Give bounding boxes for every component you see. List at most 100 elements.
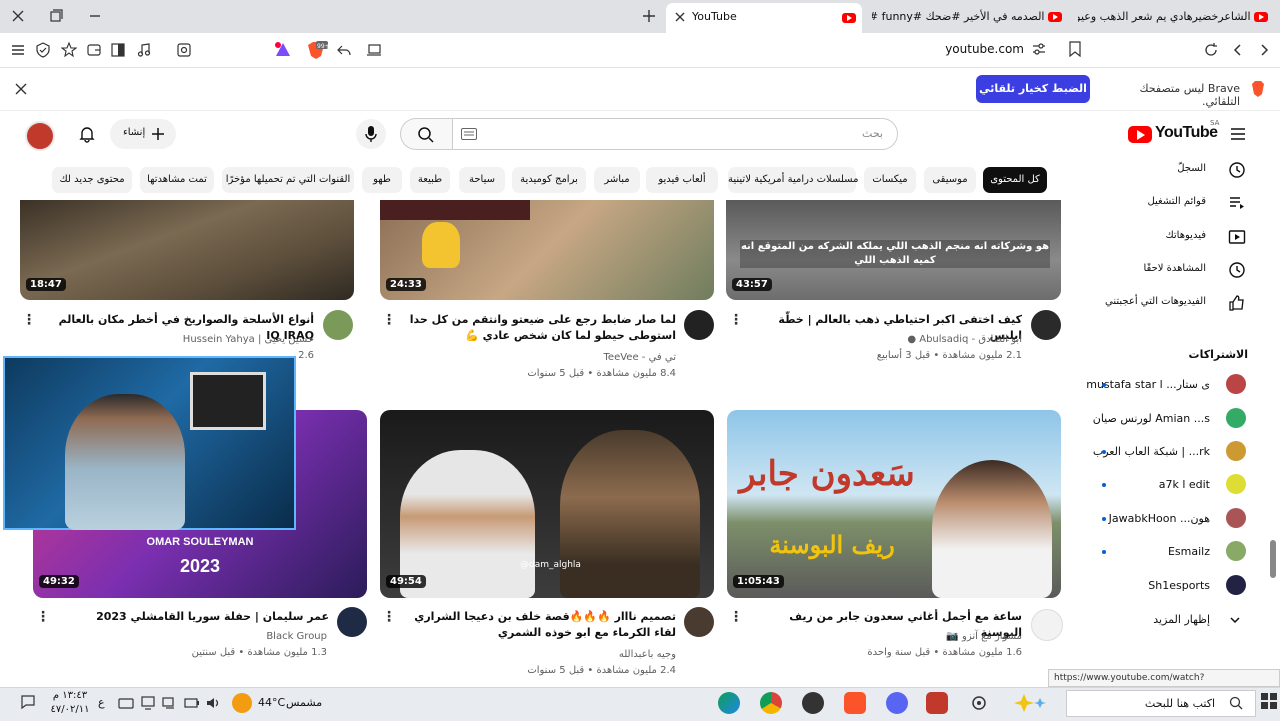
network-icon[interactable] [162, 696, 178, 710]
chip-12[interactable]: محتوى جديد لك [52, 167, 132, 193]
channel-avatar[interactable] [1031, 310, 1061, 340]
battery-icon[interactable] [184, 696, 200, 710]
clock[interactable]: ١٣:٤٣ م ٤٧/٠٢/١١ [48, 689, 92, 717]
speaker-icon[interactable] [206, 696, 222, 710]
obs-icon[interactable] [802, 692, 824, 714]
media-app-icon[interactable] [926, 692, 948, 714]
subscription-item[interactable]: شبكة العاب العرب | ...rk [1090, 437, 1270, 467]
video-menu-icon[interactable]: ⋮ [382, 609, 396, 625]
video-title[interactable]: تصميم نااار 🔥🔥🔥قصة خلف بن دعيجا الشراري … [404, 609, 676, 641]
create-button[interactable]: إنشاء [110, 119, 176, 149]
chip-9[interactable]: طهو [362, 167, 402, 193]
display-icon[interactable] [140, 696, 156, 710]
close-tab-icon[interactable] [674, 11, 686, 23]
account-avatar[interactable] [25, 121, 55, 151]
video-menu-icon[interactable]: ⋮ [382, 312, 396, 328]
video-channel[interactable]: مشوار مع آنزو 📷 [750, 631, 1022, 642]
channel-avatar[interactable] [323, 310, 353, 340]
reload-icon[interactable] [1203, 42, 1219, 58]
back-icon[interactable] [1230, 42, 1246, 58]
brave-shields-icon[interactable]: 99+ [306, 40, 328, 60]
brave-browser-icon[interactable] [844, 692, 866, 714]
keyboard-icon[interactable] [461, 128, 477, 140]
subscription-item[interactable]: Esmailz [1090, 537, 1270, 567]
video-menu-icon[interactable]: ⋮ [729, 609, 743, 625]
sidebar-item-1[interactable]: قوائم التشغيل [1090, 189, 1270, 219]
video-channel[interactable]: حسين يحيى | Hussein Yahya [44, 334, 314, 345]
cast-icon[interactable] [366, 42, 382, 58]
windows-start-icon[interactable] [1260, 692, 1278, 710]
tab-youtube[interactable]: YouTube [666, 3, 862, 33]
chrome-icon[interactable] [760, 692, 782, 714]
notification-center-icon[interactable] [20, 694, 36, 710]
search-input[interactable]: بحث [452, 118, 898, 150]
wallet-icon[interactable] [86, 42, 102, 58]
video-thumbnail[interactable]: 18:47 [20, 200, 354, 300]
video-title[interactable]: عمر سليمان | حفلة سوريا القامشلي 2023 [57, 609, 329, 625]
sidebar-toggle-icon[interactable] [110, 42, 126, 58]
chip-4[interactable]: ألعاب فيديو [646, 167, 718, 193]
chip-11[interactable]: تمت مشاهدتها [140, 167, 214, 193]
input-language[interactable]: ع [98, 696, 105, 709]
video-thumbnail[interactable]: سَعدون جابر ريف البوسنة 1:05:43 [727, 410, 1061, 598]
edge-icon[interactable] [718, 692, 740, 714]
video-thumbnail[interactable]: هو وشركاته انه منجم الذهب اللي يملكه الش… [726, 200, 1061, 300]
address-bar[interactable]: youtube.com [390, 38, 1090, 62]
video-menu-icon[interactable]: ⋮ [729, 312, 743, 328]
video-menu-icon[interactable]: ⋮ [22, 312, 36, 328]
subscription-item[interactable]: mustafa star l ...ى ستار [1086, 370, 1270, 400]
subscription-item[interactable]: a7k l edit [1090, 470, 1270, 500]
minimize-window-icon[interactable] [87, 8, 103, 24]
sidebar-item-2[interactable]: فيديوهاتك [1090, 223, 1270, 253]
chip-10[interactable]: القنوات التي تم تحميلها مؤخرًا [222, 167, 354, 193]
channel-avatar[interactable] [684, 310, 714, 340]
subscription-item[interactable]: JawabkHoon ...هون [1090, 504, 1270, 534]
screenshot-icon[interactable] [176, 42, 192, 58]
chip-5[interactable]: مباشر [594, 167, 640, 193]
maximize-window-icon[interactable] [48, 8, 64, 24]
chip-7[interactable]: سياحة [459, 167, 505, 193]
channel-avatar[interactable] [684, 607, 714, 637]
video-channel[interactable]: Black Group [57, 631, 327, 642]
task-view-icon[interactable] [968, 692, 990, 714]
notifications-bell-icon[interactable] [78, 125, 96, 143]
sidebar-item-0[interactable]: السجلّ [1090, 156, 1270, 186]
weather-sun-icon[interactable] [232, 693, 252, 713]
shield-icon[interactable] [35, 42, 51, 58]
chip-6[interactable]: برامج كوميدية [512, 167, 586, 193]
media-icon[interactable] [136, 42, 152, 58]
sidebar-item-4[interactable]: الفيديوهات التي أعجبتني [1090, 289, 1270, 319]
voice-search-button[interactable] [356, 119, 386, 149]
video-title[interactable]: لما صار ضابط رجع على ضيعتو وانتقم من كل … [404, 312, 676, 344]
chip-2[interactable]: ميكسات [864, 167, 916, 193]
menu-icon[interactable] [10, 42, 26, 58]
tab-poet-video[interactable]: الشاعرخضيرهادي يم شعر الذهب وعيون [1078, 4, 1274, 30]
new-tab-icon[interactable] [641, 8, 657, 24]
close-window-icon[interactable] [10, 8, 26, 24]
subscription-item[interactable]: لورنس صيان Amian ...s [1090, 404, 1270, 434]
subscription-item[interactable]: Sh1esports [1090, 571, 1270, 601]
taskbar-search-input[interactable]: اكتب هنا للبحث [1066, 690, 1256, 717]
video-channel[interactable]: وجيه باعبدالله [404, 649, 676, 660]
video-menu-icon[interactable]: ⋮ [36, 609, 50, 625]
site-settings-icon[interactable] [1032, 42, 1046, 56]
channel-avatar[interactable] [337, 607, 367, 637]
sidebar-scrollbar[interactable] [1270, 540, 1276, 578]
search-button[interactable] [400, 118, 452, 150]
set-default-button[interactable]: الضبط كخيار تلقائي [976, 75, 1090, 103]
share-icon[interactable] [336, 42, 352, 58]
discord-icon[interactable] [886, 692, 908, 714]
chip-1[interactable]: موسيقى [924, 167, 976, 193]
video-thumbnail[interactable]: 24:33 [380, 200, 714, 300]
video-channel[interactable]: تي في - TeeVee [404, 352, 676, 363]
guide-menu-icon[interactable] [1229, 125, 1247, 143]
chip-8[interactable]: طبيعة [410, 167, 450, 193]
rewards-icon[interactable] [61, 42, 77, 58]
sidebar-item-3[interactable]: المشاهدة لاحقًا [1090, 256, 1270, 286]
show-more-button[interactable]: إظهار المزيد [1090, 605, 1270, 635]
forward-icon[interactable] [1256, 42, 1272, 58]
brave-rewards-icon[interactable] [274, 41, 292, 59]
channel-avatar[interactable] [1031, 609, 1063, 641]
tab-funny-video[interactable]: الصدمه في الأخير #ضحك #funny #ترن [872, 4, 1068, 30]
search-highlights-icon[interactable] [1004, 690, 1060, 716]
